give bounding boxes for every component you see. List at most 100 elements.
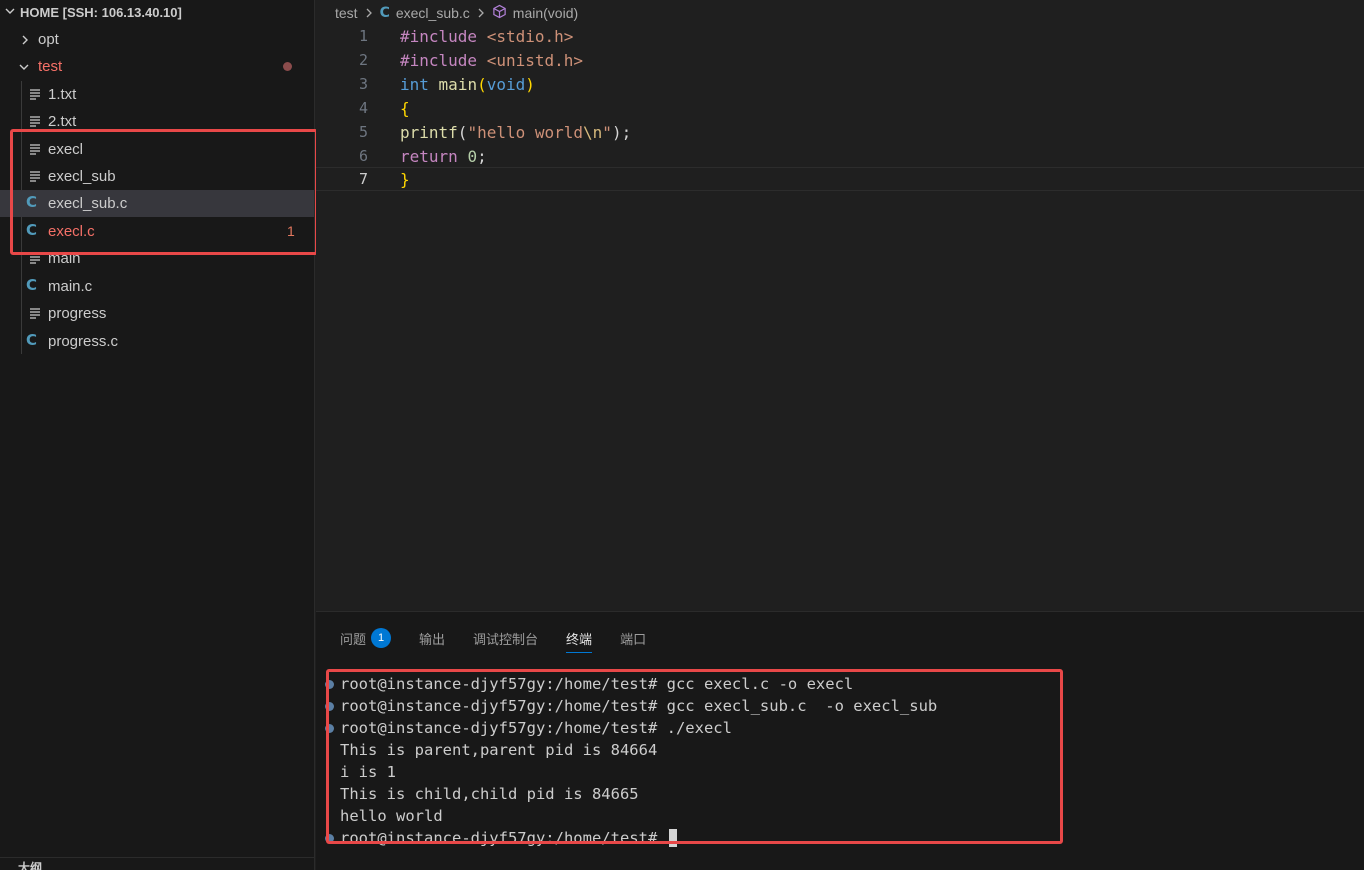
code-line-7[interactable]: 7 } [316,167,1364,191]
code-editor[interactable]: test C execl_sub.c main(void) 1 #include… [316,0,1364,611]
tree-file-execl-c[interactable]: C execl.c 1 [0,218,314,245]
tree-item-label: progress.c [48,333,119,350]
explorer-section-header[interactable]: HOME [SSH: 106.13.40.10] [0,0,314,24]
tree-file-2-txt[interactable]: 2.txt [0,108,314,135]
tree-file-main-c[interactable]: C main.c [0,273,314,300]
code-text: } [400,169,410,189]
command-decoration-icon [325,834,334,843]
c-language-icon: C [26,221,38,239]
terminal-line: root@instance-djyf57gy:/home/test# gcc e… [325,695,938,717]
tab-debug-console[interactable]: 调试控制台 [473,625,538,651]
code-line-5[interactable]: 5 printf("hello world\n"); [316,120,1364,144]
terminal-text: This is child,child pid is 84665 [340,785,639,803]
terminal-text: root@instance-djyf57gy:/home/test# [340,829,667,847]
tab-label: 终端 [566,631,593,647]
terminal-text: root@instance-djyf57gy:/home/test# gcc e… [340,675,854,693]
c-language-icon: C [379,5,390,21]
terminal-line: root@instance-djyf57gy:/home/test# [325,827,677,849]
code-text: { [400,98,410,118]
line-number: 4 [358,99,368,117]
tree-file-progress-c[interactable]: C progress.c [0,328,314,355]
line-number: 6 [358,147,368,165]
code-text: #include <stdio.h> [400,26,574,46]
outline-section-header[interactable]: 大纲 [0,857,314,870]
chevron-right-icon [476,6,486,21]
tree-item-label: opt [38,31,59,48]
panel-tabs: 问题 1 输出 调试控制台 终端 端口 [340,625,674,653]
line-number: 2 [358,51,368,69]
tree-item-label: 1.txt [48,86,77,103]
code-line-1[interactable]: 1 #include <stdio.h> [316,24,1364,48]
terminal-line: hello world [340,805,443,827]
terminal-text: This is parent,parent pid is 84664 [340,741,658,759]
tree-item-label: execl [48,141,84,158]
tree-folder-opt[interactable]: opt [0,26,314,53]
tree-item-label: 2.txt [48,113,77,130]
tree-item-label: execl_sub [48,168,116,185]
text-file-icon [30,144,40,155]
tree-file-execl-sub[interactable]: execl_sub [0,163,314,190]
modified-dot-icon [283,62,292,71]
code-text: int main(void) [400,74,535,94]
terminal-line: root@instance-djyf57gy:/home/test# ./exe… [325,717,732,739]
chevron-right-icon [18,33,32,47]
code-line-4[interactable]: 4 { [316,96,1364,120]
tree-item-label: progress [48,305,107,322]
chevron-down-icon [17,60,31,74]
tree-folder-test[interactable]: test [0,53,314,80]
code-text: #include <unistd.h> [400,50,584,70]
terminal-line: This is parent,parent pid is 84664 [340,739,657,761]
breadcrumb-symbol[interactable]: main(void) [513,5,578,21]
chevron-right-icon [364,6,374,21]
text-file-icon [30,308,40,319]
tab-problems[interactable]: 问题 1 [340,625,392,651]
tree-item-label: execl.c [48,223,95,240]
terminal-line: This is child,child pid is 84665 [340,783,639,805]
tree-file-1-txt[interactable]: 1.txt [0,81,314,108]
tab-terminal[interactable]: 终端 [566,625,593,653]
code-text: return 0; [400,146,487,166]
tab-label: 端口 [620,631,647,647]
terminal-cursor [668,829,677,847]
problems-count-badge: 1 [371,628,392,648]
outline-section-title: 大纲 [18,860,43,870]
line-number: 5 [358,123,368,141]
terminal-text: root@instance-djyf57gy:/home/test# gcc e… [340,697,938,715]
code-line-6[interactable]: 6 return 0; [316,144,1364,168]
tree-file-progress[interactable]: progress [0,300,314,327]
tab-label: 输出 [419,631,446,647]
tab-ports[interactable]: 端口 [620,625,646,651]
code-line-2[interactable]: 2 #include <unistd.h> [316,48,1364,72]
terminal-line: root@instance-djyf57gy:/home/test# gcc e… [325,673,854,695]
tree-item-label: main [48,250,81,267]
c-language-icon: C [26,276,38,294]
tab-label: 调试控制台 [473,631,539,647]
tree-file-execl-sub-c[interactable]: C execl_sub.c [0,190,314,217]
command-decoration-icon [325,680,334,689]
explorer-sidebar: HOME [SSH: 106.13.40.10] opt test 1.txt … [0,0,315,870]
breadcrumb-file[interactable]: execl_sub.c [396,5,470,21]
c-language-icon: C [26,331,38,349]
command-decoration-icon [325,702,334,711]
text-file-icon [30,89,40,100]
tree-file-main[interactable]: main [0,245,314,272]
tree-item-label: main.c [48,278,93,295]
tree-file-execl[interactable]: execl [0,136,314,163]
terminal-text: i is 1 [340,763,396,781]
line-number: 1 [358,27,368,45]
text-file-icon [30,171,40,182]
terminal-text: hello world [340,807,443,825]
c-language-icon: C [26,193,38,211]
tab-output[interactable]: 输出 [419,625,445,651]
code-line-3[interactable]: 3 int main(void) [316,72,1364,96]
breadcrumb: test C execl_sub.c main(void) [335,2,578,24]
terminal-line: i is 1 [340,761,396,783]
bottom-panel: 问题 1 输出 调试控制台 终端 端口 root@instance-djyf57… [316,611,1364,870]
breadcrumb-folder[interactable]: test [335,5,358,21]
tree-item-label: execl_sub.c [48,195,128,212]
line-number: 3 [358,75,368,93]
explorer-section-title: HOME [SSH: 106.13.40.10] [20,4,182,20]
text-file-icon [30,116,40,127]
error-count-badge: 1 [287,223,295,239]
tree-item-label: test [38,58,63,75]
